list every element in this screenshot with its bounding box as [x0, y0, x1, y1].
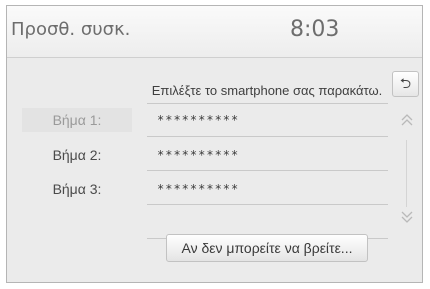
cannot-find-button[interactable]: Αν δεν μπορείτε να βρείτε...	[166, 234, 368, 262]
row-divider	[147, 170, 388, 171]
step-3-value[interactable]: **********	[157, 177, 239, 201]
step-3-label: Βήμα 3:	[52, 181, 102, 197]
chevron-double-up-icon[interactable]	[396, 113, 418, 131]
row-divider	[367, 238, 388, 239]
screen: Προσθ. συσκ. 8:03 Επιλέξτε το smartphone…	[6, 5, 423, 283]
back-arrow-icon: ⮌	[399, 76, 412, 92]
content-area: Επιλέξτε το smartphone σας παρακάτω. ⮌ Β…	[7, 58, 422, 282]
page-title: Προσθ. συσκ.	[11, 19, 131, 40]
clock: 8:03	[290, 17, 340, 42]
instruction-divider	[147, 103, 388, 104]
scrollbar-track[interactable]	[406, 140, 407, 207]
step-2-value[interactable]: **********	[157, 143, 239, 167]
back-button[interactable]: ⮌	[392, 71, 419, 97]
step-1-value[interactable]: **********	[157, 108, 239, 132]
instruction-text: Επιλέξτε το smartphone σας παρακάτω.	[151, 83, 383, 98]
header-bar: Προσθ. συσκ. 8:03	[7, 6, 422, 57]
row-divider	[147, 238, 167, 239]
step-1-label: Βήμα 1:	[22, 108, 132, 132]
row-divider	[147, 204, 388, 205]
chevron-double-down-icon[interactable]	[396, 210, 418, 228]
step-2-label: Βήμα 2:	[52, 147, 102, 163]
row-divider	[147, 136, 388, 137]
